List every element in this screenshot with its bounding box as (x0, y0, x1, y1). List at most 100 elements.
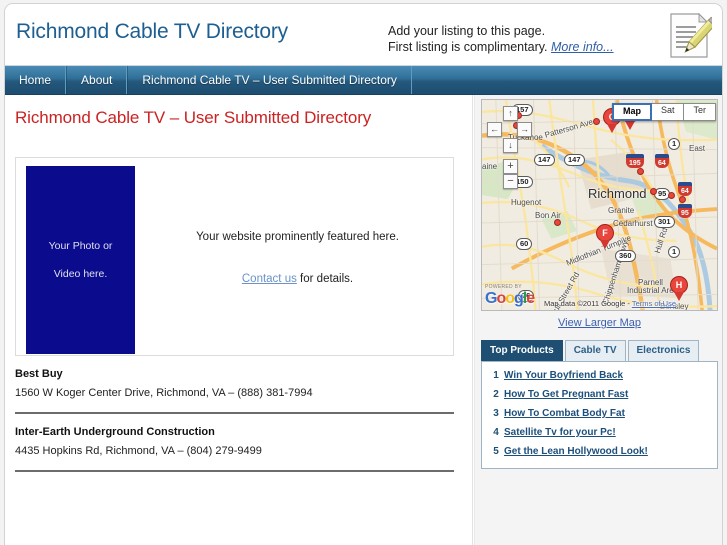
featured-media-text: Your Photo or Video here. (33, 239, 129, 281)
google-logo-letter: G (485, 290, 497, 307)
list-item[interactable]: 3 How To Combat Body Fat (488, 408, 711, 419)
tab-electronics[interactable]: Electronics (627, 340, 700, 361)
pan-horizontal-group: ← → (487, 122, 532, 137)
list-item[interactable]: 1 Win Your Boyfriend Back (488, 370, 711, 381)
products-tab-row: Top Products Cable TV Electronics (481, 340, 718, 361)
promo-line-2: First listing is complimentary. (388, 40, 548, 54)
map-dot (650, 188, 657, 195)
map-route-shield: 147 (534, 154, 555, 166)
featured-headline: Your website prominently featured here. (196, 230, 399, 243)
map-interstate-shield: 195 (626, 154, 644, 168)
featured-media-line-1: Your Photo or (48, 240, 113, 252)
product-rank: 5 (493, 446, 499, 457)
map-attribution: Map data ©2011 Google - Terms of Use (544, 299, 676, 308)
map-marker-h[interactable]: H (670, 276, 688, 301)
map-dot (668, 192, 675, 199)
map-type-buttons: Map Sat Ter (611, 103, 716, 121)
view-larger-map-link[interactable]: View Larger Map (481, 317, 718, 329)
main-nav: Home About Richmond Cable TV – User Subm… (5, 66, 722, 95)
map-route-shield: 301 (654, 216, 675, 228)
map-label-hugenot: Hugenot (511, 198, 542, 207)
google-logo-letter: e (526, 290, 535, 307)
map-type-terrain[interactable]: Ter (684, 103, 716, 121)
page-body: Richmond Cable TV – User Submitted Direc… (5, 95, 722, 545)
map-marker-label: F (596, 224, 614, 242)
products-widget: Top Products Cable TV Electronics 1 Win … (481, 340, 718, 469)
pan-right-button[interactable]: → (517, 122, 532, 137)
listing-name: Best Buy (15, 368, 63, 380)
nav-item-directory[interactable]: Richmond Cable TV – User Submitted Direc… (127, 66, 412, 94)
product-link[interactable]: Get the Lean Hollywood Look! (504, 446, 648, 457)
product-link[interactable]: Win Your Boyfriend Back (504, 370, 623, 381)
listing-divider (15, 470, 454, 472)
zoom-out-button[interactable]: − (503, 174, 518, 189)
zoom-in-button[interactable]: + (503, 159, 518, 174)
page-title: Richmond Cable TV – User Submitted Direc… (15, 108, 372, 127)
product-link[interactable]: How To Get Pregnant Fast (504, 389, 628, 400)
featured-contact-line: Contact us for details. (242, 273, 353, 285)
map-label-richmond: Richmond (588, 186, 647, 201)
map-route-shield: 147 (564, 154, 585, 166)
featured-media-placeholder[interactable]: Your Photo or Video here. (26, 166, 135, 354)
map-type-satellite[interactable]: Sat (651, 103, 685, 121)
map-dot (554, 219, 561, 226)
map-interstate-shield: 64 (678, 182, 692, 196)
pan-left-button[interactable]: ← (487, 122, 502, 137)
contact-rest-text: for details. (296, 272, 354, 285)
tab-top-products[interactable]: Top Products (481, 340, 563, 361)
product-rank: 4 (493, 427, 499, 438)
document-pencil-icon (670, 12, 712, 58)
map-dot (593, 118, 600, 125)
map-dot (679, 196, 686, 203)
tab-cable-tv[interactable]: Cable TV (564, 340, 626, 361)
map-route-shield: 60 (516, 238, 533, 250)
nav-item-about[interactable]: About (66, 66, 128, 94)
map-dot (637, 168, 644, 175)
map-type-map[interactable]: Map (611, 103, 652, 121)
list-item[interactable]: Best Buy 1560 W Koger Center Drive, Rich… (15, 356, 454, 414)
map-marker-label: H (670, 276, 688, 294)
product-rank: 2 (493, 389, 499, 400)
nav-item-home[interactable]: Home (5, 66, 67, 94)
google-logo-letter: o (496, 290, 506, 307)
map-label-granite: Granite (608, 206, 635, 215)
site-header: Richmond Cable TV Directory Add your lis… (5, 4, 722, 66)
google-map[interactable]: Map Sat Ter ↑ ← → ↓ + − Tuckahoe Richmon… (481, 99, 718, 311)
map-interstate-shield: 64 (655, 154, 669, 168)
promo-text: Add your listing to this page. First lis… (388, 23, 614, 55)
list-item[interactable]: 2 How To Get Pregnant Fast (488, 389, 711, 400)
map-attribution-text: Map data ©2011 Google - (544, 299, 632, 308)
listing-name: Inter-Earth Underground Construction (15, 426, 215, 438)
google-logo: Google (485, 290, 535, 307)
contact-us-link[interactable]: Contact us (242, 273, 297, 285)
page-root: Richmond Cable TV Directory Add your lis… (0, 0, 727, 545)
product-link[interactable]: How To Combat Body Fat (504, 408, 625, 419)
map-label-east: East (689, 144, 706, 153)
list-item[interactable]: Inter-Earth Underground Construction 443… (15, 414, 454, 472)
list-item[interactable]: 5 Get the Lean Hollywood Look! (488, 446, 711, 457)
product-link[interactable]: Satellite Tv for your Pc! (504, 427, 616, 438)
promo-line-2-wrap: First listing is complimentary. More inf… (388, 39, 614, 55)
listing-address: 4435 Hopkins Rd, Richmond, VA – (804) 27… (15, 445, 262, 457)
map-route-shield: 360 (615, 250, 636, 262)
product-rank: 3 (493, 408, 499, 419)
map-controls: ↑ ← → ↓ + − (487, 106, 532, 189)
map-marker-f[interactable]: F (596, 224, 614, 249)
pan-up-button[interactable]: ↑ (503, 106, 518, 121)
google-logo-letter: o (505, 290, 515, 307)
more-info-link[interactable]: More info... (551, 40, 614, 54)
sidebar: Map Sat Ter ↑ ← → ↓ + − Tuckahoe Richmon… (475, 95, 722, 545)
site-frame: Richmond Cable TV Directory Add your lis… (4, 3, 723, 545)
map-interstate-shield: 95 (678, 204, 692, 218)
pan-down-button[interactable]: ↓ (503, 138, 518, 153)
list-item[interactable]: 4 Satellite Tv for your Pc! (488, 427, 711, 438)
google-logo-letter: g (514, 290, 524, 307)
featured-copy: Your website prominently featured here. … (146, 158, 449, 357)
featured-ad-box: Your Photo or Video here. Your website p… (15, 157, 454, 356)
promo-line-1: Add your listing to this page. (388, 24, 546, 38)
terms-of-use-link[interactable]: Terms of Use (632, 299, 676, 308)
site-title[interactable]: Richmond Cable TV Directory (16, 20, 288, 44)
main-content: Richmond Cable TV – User Submitted Direc… (5, 95, 473, 545)
listing-address: 1560 W Koger Center Drive, Richmond, VA … (15, 387, 313, 399)
products-panel: 1 Win Your Boyfriend Back 2 How To Get P… (481, 361, 718, 469)
